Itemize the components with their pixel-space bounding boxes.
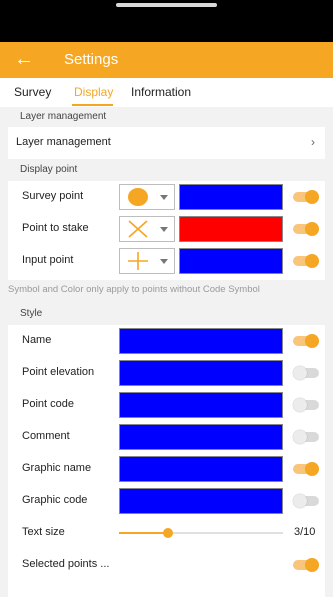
- tab-survey[interactable]: Survey: [14, 85, 51, 99]
- text-size-row: Text size 3/10: [8, 517, 325, 549]
- style-card: Name Point elevation Point code Comment …: [8, 325, 325, 583]
- layer-management-card: Layer management ›: [8, 127, 325, 159]
- point-elevation-row: Point elevation: [8, 357, 325, 389]
- dropdown-arrow-icon: [160, 227, 168, 232]
- graphic-code-row: Graphic code: [8, 485, 325, 517]
- survey-point-row: Survey point: [8, 181, 325, 213]
- plus-icon: [128, 252, 148, 270]
- point-elevation-toggle[interactable]: [293, 366, 319, 380]
- selected-points-toggle[interactable]: [293, 558, 319, 572]
- survey-point-symbol-select[interactable]: [119, 184, 175, 210]
- point-to-stake-symbol-select[interactable]: [119, 216, 175, 242]
- point-elevation-label: Point elevation: [22, 366, 95, 378]
- notch-indicator: [116, 3, 217, 7]
- dropdown-arrow-icon: [160, 195, 168, 200]
- input-point-row: Input point: [8, 245, 325, 277]
- selected-points-row: Selected points ...: [8, 549, 325, 581]
- point-to-stake-row: Point to stake: [8, 213, 325, 245]
- display-point-card: Survey point Point to stake Input point: [8, 181, 325, 280]
- chevron-right-icon: ›: [311, 135, 315, 149]
- section-header-layer: Layer management: [0, 107, 333, 127]
- section-header-display-point: Display point: [0, 160, 333, 180]
- point-elevation-color-picker[interactable]: [119, 360, 283, 386]
- survey-point-color-picker[interactable]: [179, 184, 283, 210]
- graphic-name-color-picker[interactable]: [119, 456, 283, 482]
- text-size-value: 3/10: [294, 526, 316, 538]
- text-size-label: Text size: [22, 526, 65, 538]
- active-tab-indicator: [72, 104, 113, 106]
- symbol-color-note: Symbol and Color only apply to points wi…: [8, 284, 260, 295]
- survey-point-toggle[interactable]: [293, 190, 319, 204]
- input-point-symbol-select[interactable]: [119, 248, 175, 274]
- input-point-toggle[interactable]: [293, 254, 319, 268]
- layer-management-label: Layer management: [16, 136, 111, 148]
- name-row: Name: [8, 325, 325, 357]
- graphic-code-toggle[interactable]: [293, 494, 319, 508]
- tab-display[interactable]: Display: [74, 85, 113, 99]
- comment-color-picker[interactable]: [119, 424, 283, 450]
- app-bar: ← Settings: [0, 42, 333, 78]
- comment-toggle[interactable]: [293, 430, 319, 444]
- section-header-style: Style: [0, 304, 333, 324]
- layer-management-row[interactable]: Layer management ›: [8, 127, 325, 159]
- point-code-color-picker[interactable]: [119, 392, 283, 418]
- point-to-stake-color-picker[interactable]: [179, 216, 283, 242]
- graphic-code-label: Graphic code: [22, 494, 88, 506]
- name-toggle[interactable]: [293, 334, 319, 348]
- back-arrow-icon[interactable]: ←: [14, 48, 34, 70]
- point-to-stake-toggle[interactable]: [293, 222, 319, 236]
- cross-x-icon: [128, 220, 148, 238]
- point-code-label: Point code: [22, 398, 74, 410]
- survey-point-label: Survey point: [22, 190, 84, 202]
- comment-row: Comment: [8, 421, 325, 453]
- point-code-row: Point code: [8, 389, 325, 421]
- slider-fill: [119, 532, 168, 534]
- input-point-label: Input point: [22, 254, 74, 266]
- graphic-name-row: Graphic name: [8, 453, 325, 485]
- point-to-stake-label: Point to stake: [22, 222, 89, 234]
- comment-label: Comment: [22, 430, 70, 442]
- filled-circle-icon: [128, 188, 148, 206]
- point-code-toggle[interactable]: [293, 398, 319, 412]
- selected-points-label: Selected points ...: [22, 558, 110, 570]
- input-point-color-picker[interactable]: [179, 248, 283, 274]
- tab-bar: Survey Display Information: [0, 78, 333, 107]
- next-row-partial: [8, 583, 325, 597]
- graphic-code-color-picker[interactable]: [119, 488, 283, 514]
- text-size-slider[interactable]: [119, 528, 283, 538]
- graphic-name-toggle[interactable]: [293, 462, 319, 476]
- dropdown-arrow-icon: [160, 259, 168, 264]
- graphic-name-label: Graphic name: [22, 462, 92, 474]
- status-bar: [0, 0, 333, 42]
- tab-information[interactable]: Information: [131, 85, 191, 99]
- name-label: Name: [22, 334, 52, 346]
- slider-thumb[interactable]: [163, 528, 173, 538]
- name-color-picker[interactable]: [119, 328, 283, 354]
- page-title: Settings: [64, 51, 119, 68]
